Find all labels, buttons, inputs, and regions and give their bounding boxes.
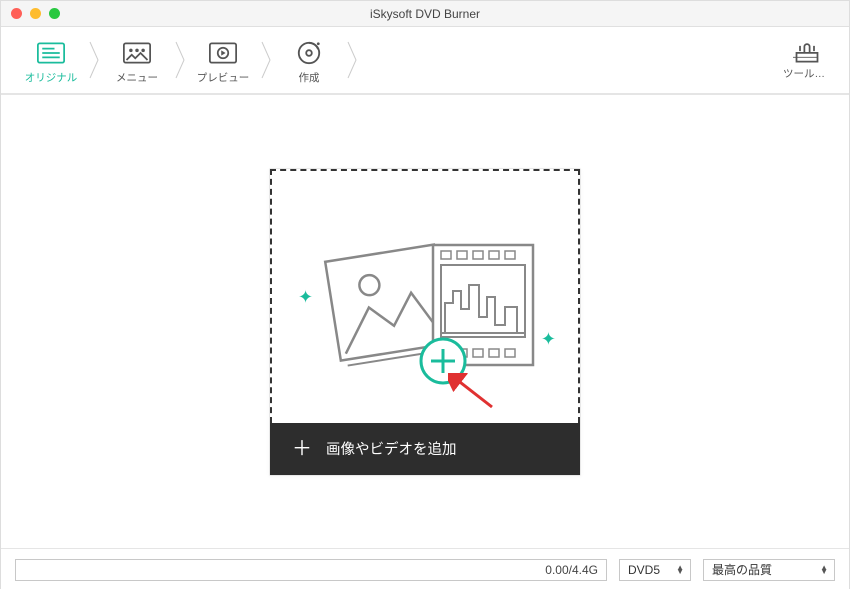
- toolbox-button[interactable]: ツールボ…: [779, 40, 835, 81]
- disc-type-value: DVD5: [628, 563, 660, 577]
- capacity-text: 0.00/4.4G: [545, 563, 598, 577]
- drop-zone[interactable]: ✦ ✦: [270, 169, 580, 423]
- drop-card: ✦ ✦: [269, 168, 581, 476]
- minimize-window-button[interactable]: [30, 8, 41, 19]
- add-media-button[interactable]: ＋ 画像やビデオを追加: [270, 423, 580, 475]
- preview-icon: [209, 42, 237, 64]
- window-title: iSkysoft DVD Burner: [1, 7, 849, 21]
- step-separator: [173, 40, 187, 80]
- step-label: 作成: [299, 70, 320, 85]
- step-burn[interactable]: 作成: [273, 36, 345, 85]
- step-separator: [345, 40, 359, 80]
- stepper-icon: ▲▼: [676, 566, 684, 574]
- titlebar: iSkysoft DVD Burner: [1, 1, 849, 27]
- quality-value: 最高の品質: [712, 561, 772, 578]
- original-icon: [37, 42, 65, 64]
- main-area: ✦ ✦: [1, 95, 849, 548]
- capacity-field: 0.00/4.4G: [15, 559, 607, 581]
- step-label: プレビュー: [197, 70, 250, 85]
- maximize-window-button[interactable]: [49, 8, 60, 19]
- close-window-button[interactable]: [11, 8, 22, 19]
- toolbox-icon: [793, 40, 821, 64]
- toolbar: オリジナル メニュー: [1, 27, 849, 95]
- sparkle-icon: ✦: [541, 329, 556, 350]
- disc-type-select[interactable]: DVD5 ▲▼: [619, 559, 691, 581]
- quality-select[interactable]: 最高の品質 ▲▼: [703, 559, 835, 581]
- step-menu[interactable]: メニュー: [101, 36, 173, 85]
- add-media-label: 画像やビデオを追加: [326, 438, 457, 459]
- plus-icon: ＋: [292, 439, 312, 459]
- step-nav: オリジナル メニュー: [15, 36, 359, 85]
- sparkle-icon: ✦: [298, 287, 313, 308]
- window-controls: [11, 8, 60, 19]
- step-label: オリジナル: [25, 70, 78, 85]
- add-circle-icon: [421, 339, 465, 383]
- menu-icon: [123, 42, 151, 64]
- step-separator: [87, 40, 101, 80]
- disc-icon: [296, 40, 322, 66]
- step-preview[interactable]: プレビュー: [187, 36, 259, 85]
- media-placeholder-illustration: [295, 197, 555, 397]
- bottom-bar: 0.00/4.4G DVD5 ▲▼ 最高の品質 ▲▼: [1, 548, 849, 590]
- stepper-icon: ▲▼: [820, 566, 828, 574]
- step-original[interactable]: オリジナル: [15, 36, 87, 85]
- step-separator: [259, 40, 273, 80]
- step-label: メニュー: [116, 70, 158, 85]
- toolbox-label: ツールボ…: [783, 66, 831, 81]
